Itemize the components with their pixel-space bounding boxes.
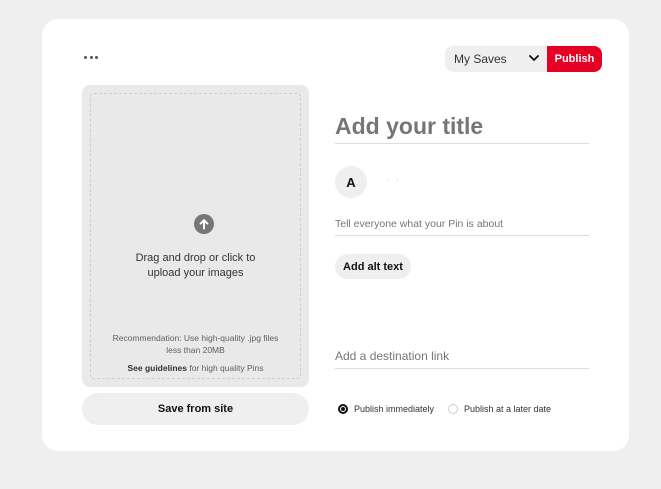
recommendation-line1: Recommendation: Use high-quality .jpg fi… bbox=[112, 333, 279, 343]
radio-checked-icon[interactable] bbox=[338, 404, 348, 414]
destination-link-input[interactable]: Add a destination link bbox=[335, 344, 589, 369]
recommendation-line2: less than 20MB bbox=[166, 345, 225, 355]
title-input[interactable]: Add your title bbox=[335, 109, 589, 144]
upload-dropzone[interactable]: Drag and drop or click to upload your im… bbox=[90, 93, 301, 379]
board-select[interactable]: My Saves bbox=[445, 46, 547, 72]
publish-later-option[interactable]: Publish at a later date bbox=[448, 402, 551, 416]
guidelines-link[interactable]: See guidelines bbox=[127, 363, 187, 373]
save-from-site-button[interactable]: Save from site bbox=[82, 393, 309, 425]
upload-recommendation: Recommendation: Use high-quality .jpg fi… bbox=[101, 332, 290, 356]
guidelines-text: See guidelines for high quality Pins bbox=[101, 363, 290, 373]
upload-instructions-line1: Drag and drop or click to bbox=[135, 252, 256, 264]
upload-instructions-line2: upload your images bbox=[147, 267, 244, 279]
avatar: A bbox=[335, 166, 367, 198]
arrow-up-circle-icon bbox=[194, 214, 214, 234]
chevron-down-icon bbox=[529, 55, 539, 61]
board-select-value: My Saves bbox=[454, 52, 507, 66]
avatar-name: · · bbox=[387, 176, 401, 185]
radio-unchecked-icon[interactable] bbox=[448, 404, 458, 414]
publish-button[interactable]: Publish bbox=[547, 46, 602, 72]
guidelines-rest: for high quality Pins bbox=[186, 363, 264, 373]
upload-instructions: Drag and drop or click to upload your im… bbox=[101, 251, 290, 281]
more-options-icon[interactable] bbox=[84, 53, 98, 61]
pin-builder-card: My Saves Publish Drag and drop or click … bbox=[42, 19, 629, 451]
description-input[interactable]: Tell everyone what your Pin is about bbox=[335, 212, 589, 236]
publish-later-label: Publish at a later date bbox=[464, 404, 552, 414]
image-upload-area[interactable]: Drag and drop or click to upload your im… bbox=[82, 85, 309, 387]
publish-immediately-label: Publish immediately bbox=[354, 404, 435, 414]
add-alt-text-button[interactable]: Add alt text bbox=[335, 254, 411, 279]
publish-immediately-option[interactable]: Publish immediately bbox=[338, 402, 434, 416]
